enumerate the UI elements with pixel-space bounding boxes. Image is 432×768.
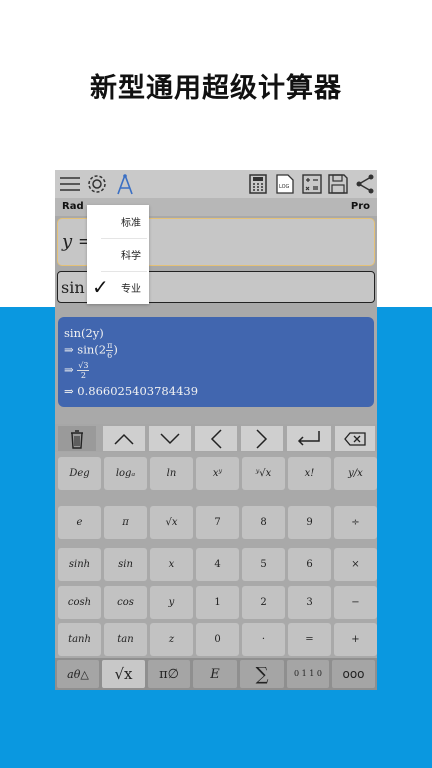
result-line-3: ⇒ √3 2 <box>64 361 90 380</box>
key-multiply[interactable]: × <box>334 548 377 581</box>
trash-icon[interactable] <box>58 426 96 451</box>
enter-icon[interactable] <box>287 426 331 451</box>
tab-constants[interactable]: π∅ <box>148 660 190 688</box>
result-line-2: ⇒ sin(2 π 6) <box>64 341 118 360</box>
key-pi[interactable]: π <box>104 506 147 539</box>
variables-icon[interactable] <box>300 172 324 196</box>
tab-roots[interactable]: √x <box>102 660 145 688</box>
right-icon[interactable] <box>241 426 283 451</box>
key-plus[interactable]: + <box>334 623 377 656</box>
save-icon[interactable] <box>326 172 350 196</box>
key-deg[interactable]: Deg <box>58 457 101 490</box>
navigation-row <box>55 424 377 452</box>
checkmark-icon: ✓ <box>92 275 109 299</box>
key-sqrt[interactable]: √x <box>150 506 193 539</box>
key-7[interactable]: 7 <box>196 506 239 539</box>
key-y[interactable]: y <box>150 586 193 619</box>
result-line-4: ⇒ 0.866025403784439 <box>64 384 199 398</box>
compass-icon[interactable] <box>113 172 137 196</box>
key-3[interactable]: 3 <box>288 586 331 619</box>
angle-mode-label[interactable]: Rad <box>62 201 84 212</box>
key-equals[interactable]: = <box>288 623 331 656</box>
headline: 新型通用超级计算器 <box>90 73 342 104</box>
share-icon[interactable] <box>353 172 377 196</box>
key-sinh[interactable]: sinh <box>58 548 101 581</box>
tab-scientific-e[interactable]: E <box>193 660 237 688</box>
key-6[interactable]: 6 <box>288 548 331 581</box>
key-log[interactable]: logₐ <box>104 457 147 490</box>
up-icon[interactable] <box>103 426 145 451</box>
key-sin[interactable]: sin <box>104 548 147 581</box>
key-e[interactable]: e <box>58 506 101 539</box>
key-8[interactable]: 8 <box>242 506 285 539</box>
key-cos[interactable]: cos <box>104 586 147 619</box>
left-icon[interactable] <box>195 426 237 451</box>
category-row: aθ△ √x π∅ E ∑ 0 1 1 0 ooo <box>55 658 377 690</box>
tab-sum[interactable]: ∑ <box>240 660 284 688</box>
key-0[interactable]: 0 <box>196 623 239 656</box>
down-icon[interactable] <box>149 426 191 451</box>
result-panel: sin(2y) ⇒ sin(2 π 6) ⇒ √3 2 ⇒ 0.86602540378… <box>58 317 374 407</box>
key-ln[interactable]: ln <box>150 457 193 490</box>
result-line-1: sin(2y) <box>64 326 104 340</box>
menu-icon[interactable] <box>58 172 82 196</box>
key-z[interactable]: z <box>150 623 193 656</box>
menu-item-professional[interactable]: ✓ 专业 <box>87 271 149 304</box>
key-power[interactable]: xʸ <box>196 457 239 490</box>
key-divide[interactable]: ÷ <box>334 506 377 539</box>
key-5[interactable]: 5 <box>242 548 285 581</box>
gear-icon[interactable] <box>85 172 109 196</box>
key-x[interactable]: x <box>150 548 193 581</box>
menu-item-standard[interactable]: 标准 <box>87 205 149 238</box>
key-tanh[interactable]: tanh <box>58 623 101 656</box>
key-4[interactable]: 4 <box>196 548 239 581</box>
svg-text:LOG: LOG <box>279 184 290 190</box>
calculator-icon[interactable] <box>246 172 270 196</box>
calculator-screen: LOG Rad Pro y = sin ( sin(2y) ⇒ sin(2 π 6)… <box>55 170 377 690</box>
mode-menu: 标准 科学 ✓ 专业 <box>87 205 149 304</box>
key-decimal[interactable]: · <box>242 623 285 656</box>
tab-geometry[interactable]: aθ△ <box>57 660 99 688</box>
key-factorial[interactable]: x! <box>288 457 331 490</box>
tab-matrix[interactable]: 0 1 1 0 <box>287 660 329 688</box>
log-icon[interactable]: LOG <box>273 172 297 196</box>
key-minus[interactable]: − <box>334 586 377 619</box>
fraction: √3 2 <box>77 361 90 380</box>
key-2[interactable]: 2 <box>242 586 285 619</box>
menu-item-scientific[interactable]: 科学 <box>87 238 149 271</box>
key-nth-root[interactable]: ʸ√x <box>242 457 285 490</box>
mode-label[interactable]: Pro <box>351 201 370 212</box>
key-fraction[interactable]: y/x <box>334 457 377 490</box>
key-9[interactable]: 9 <box>288 506 331 539</box>
toolbar: LOG <box>55 170 377 198</box>
key-cosh[interactable]: cosh <box>58 586 101 619</box>
key-tan[interactable]: tan <box>104 623 147 656</box>
delete-icon[interactable] <box>335 426 375 451</box>
tab-more[interactable]: ooo <box>332 660 375 688</box>
key-1[interactable]: 1 <box>196 586 239 619</box>
